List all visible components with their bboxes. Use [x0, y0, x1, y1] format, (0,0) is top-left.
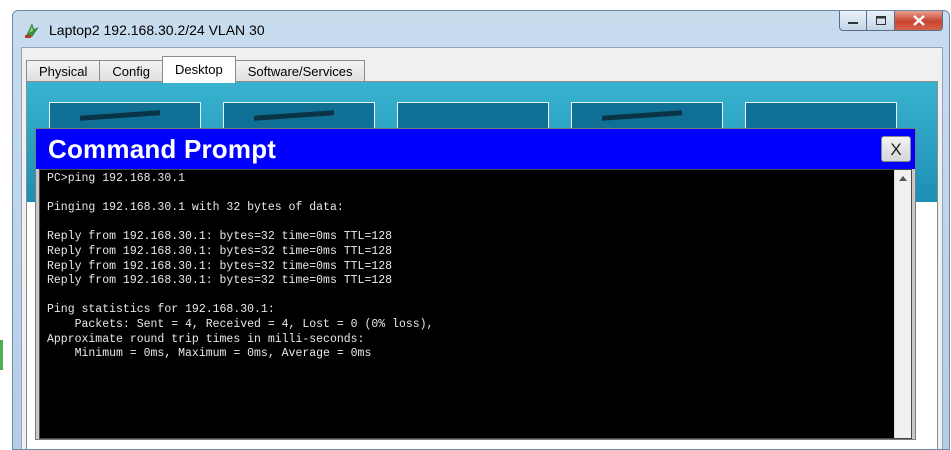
- close-icon: [912, 15, 925, 26]
- window-controls: [839, 11, 943, 31]
- close-button[interactable]: [895, 11, 943, 31]
- tab-bar: Physical Config Desktop Software/Service…: [26, 56, 366, 83]
- console-line: Approximate round trip times in milli-se…: [47, 332, 365, 346]
- maximize-icon: [875, 16, 886, 25]
- console-line: Minimum = 0ms, Maximum = 0ms, Average = …: [47, 347, 372, 361]
- maximize-button[interactable]: [867, 11, 895, 31]
- command-prompt-title: Command Prompt: [48, 134, 277, 164]
- tab-software-services[interactable]: Software/Services: [234, 60, 366, 83]
- minimize-button[interactable]: [839, 11, 867, 31]
- window-title: Laptop2 192.168.30.2/24 VLAN 30: [49, 22, 265, 38]
- console-line: Reply from 192.168.30.1: bytes=32 time=0…: [47, 274, 393, 288]
- console-line: Reply from 192.168.30.1: bytes=32 time=0…: [47, 244, 393, 258]
- title-bar[interactable]: Laptop2 192.168.30.2/24 VLAN 30: [13, 11, 949, 47]
- command-prompt-window: Command Prompt X PC>ping 192.168.30.1 Pin…: [35, 128, 916, 440]
- console-line: Ping statistics for 192.168.30.1:: [47, 303, 275, 317]
- console-scrollbar[interactable]: [894, 170, 911, 438]
- console-line: Reply from 192.168.30.1: bytes=32 time=0…: [47, 230, 393, 244]
- edge-accent: [0, 340, 3, 370]
- tab-physical[interactable]: Physical: [26, 60, 101, 83]
- console-line: Pinging 192.168.30.1 with 32 bytes of da…: [47, 201, 344, 215]
- console-line: PC>ping 192.168.30.1: [47, 172, 186, 185]
- command-prompt-header: Command Prompt X: [36, 129, 915, 169]
- console-line: Reply from 192.168.30.1: bytes=32 time=0…: [47, 259, 393, 273]
- console-output[interactable]: PC>ping 192.168.30.1 Pinging 192.168.30.1…: [39, 169, 912, 439]
- tab-config[interactable]: Config: [99, 60, 163, 83]
- tab-desktop[interactable]: Desktop: [162, 56, 236, 83]
- console-text: PC>ping 192.168.30.1 Pinging 192.168.30.1…: [47, 172, 433, 362]
- packet-tracer-icon: [23, 21, 41, 39]
- minimize-icon: [848, 21, 858, 24]
- scroll-up-icon[interactable]: [899, 176, 907, 181]
- command-prompt-close-button[interactable]: X: [881, 136, 911, 162]
- console-line: Packets: Sent = 4, Received = 4, Lost = …: [47, 317, 434, 331]
